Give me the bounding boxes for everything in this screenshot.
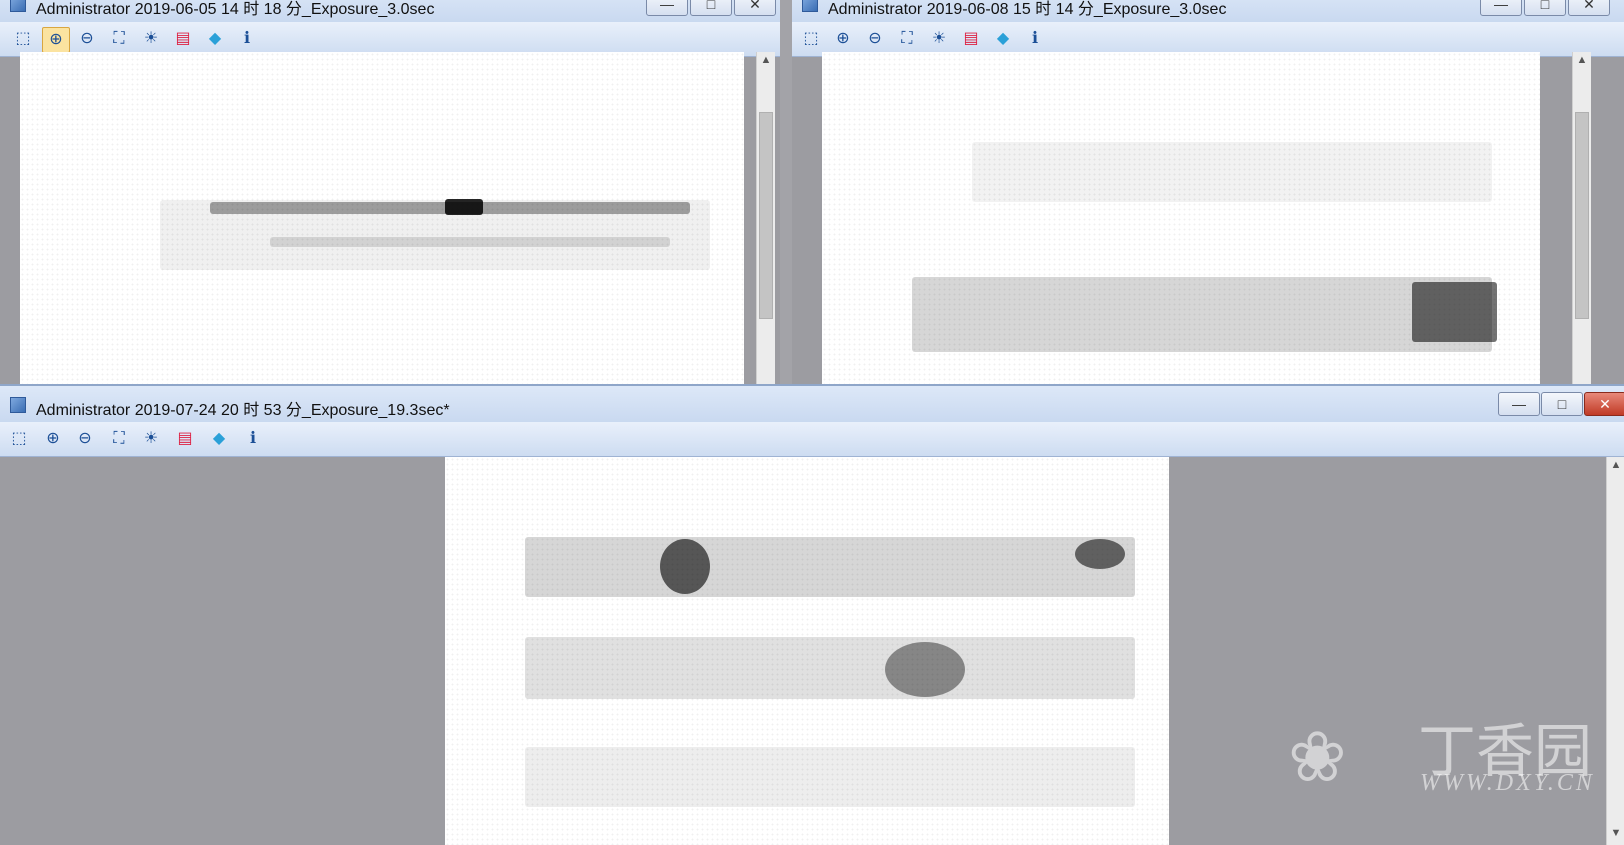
diamond-icon[interactable]: ◆ xyxy=(206,427,232,451)
band-row-1 xyxy=(525,537,1135,597)
scroll-up-arrow[interactable]: ▲ xyxy=(757,54,775,70)
window-top-left[interactable]: Administrator 2019-06-05 14 时 18 分_Expos… xyxy=(0,0,780,384)
band-faint xyxy=(972,142,1492,202)
close-button[interactable]: ✕ xyxy=(1584,392,1624,416)
band-dark-1 xyxy=(660,539,710,594)
blot-image[interactable] xyxy=(822,52,1540,384)
color-palette-icon[interactable]: ▤ xyxy=(958,27,984,51)
app-icon xyxy=(10,0,26,12)
scroll-thumb[interactable] xyxy=(1575,112,1589,319)
band-strong xyxy=(1412,282,1497,342)
band-dark-2 xyxy=(1075,539,1125,569)
contrast-icon[interactable]: ☀ xyxy=(138,27,164,51)
scroll-up-arrow[interactable]: ▲ xyxy=(1573,54,1591,70)
band-row-3 xyxy=(525,747,1135,807)
titlebar[interactable]: Administrator 2019-06-08 15 时 14 分_Expos… xyxy=(792,0,1624,22)
color-palette-icon[interactable]: ▤ xyxy=(172,427,198,451)
image-select-icon[interactable]: ⬚ xyxy=(798,27,824,51)
zoom-out-icon[interactable]: ⊖ xyxy=(862,27,888,51)
minimize-button[interactable]: — xyxy=(646,0,688,16)
maximize-button[interactable]: □ xyxy=(1541,392,1583,416)
maximize-button[interactable]: □ xyxy=(1524,0,1566,16)
info-icon[interactable]: ℹ xyxy=(240,427,266,451)
watermark-url: WWW.DXY.CN xyxy=(1420,770,1595,796)
zoom-in-icon[interactable]: ⊕ xyxy=(42,27,70,53)
info-icon[interactable]: ℹ xyxy=(1022,27,1048,51)
app-icon xyxy=(802,0,818,12)
vertical-scrollbar[interactable]: ▲ ▼ xyxy=(1606,457,1624,845)
window-bottom[interactable]: Administrator 2019-07-24 20 时 53 分_Expos… xyxy=(0,384,1624,845)
maximize-button[interactable]: □ xyxy=(690,0,732,16)
fit-icon[interactable]: ⛶ xyxy=(106,427,132,451)
contrast-icon[interactable]: ☀ xyxy=(926,27,952,51)
info-icon[interactable]: ℹ xyxy=(234,27,260,51)
minimize-button[interactable]: — xyxy=(1480,0,1522,16)
diamond-icon[interactable]: ◆ xyxy=(990,27,1016,51)
titlebar[interactable]: Administrator 2019-07-24 20 时 53 分_Expos… xyxy=(0,386,1624,422)
band-strong xyxy=(445,199,483,215)
window-title: Administrator 2019-06-08 15 时 14 分_Expos… xyxy=(828,1,1227,18)
app-icon xyxy=(10,397,26,413)
band-row-2 xyxy=(525,637,1135,699)
scroll-down-arrow[interactable]: ▼ xyxy=(1607,827,1624,843)
minimize-button[interactable]: — xyxy=(1498,392,1540,416)
zoom-out-icon[interactable]: ⊖ xyxy=(74,27,100,51)
fit-icon[interactable]: ⛶ xyxy=(894,27,920,51)
vertical-scrollbar[interactable]: ▲ xyxy=(1572,52,1591,384)
zoom-out-icon[interactable]: ⊖ xyxy=(72,427,98,451)
close-button[interactable]: ✕ xyxy=(1568,0,1610,16)
window-top-right[interactable]: Administrator 2019-06-08 15 时 14 分_Expos… xyxy=(792,0,1624,384)
watermark-logo: ❀ xyxy=(1288,720,1347,797)
blot-image[interactable] xyxy=(445,457,1169,845)
diamond-icon[interactable]: ◆ xyxy=(202,27,228,51)
image-select-icon[interactable]: ⬚ xyxy=(10,27,36,51)
color-palette-icon[interactable]: ▤ xyxy=(170,27,196,51)
toolbar: ⬚ ⊕ ⊖ ⛶ ☀ ▤ ◆ ℹ xyxy=(0,422,1624,457)
zoom-in-icon[interactable]: ⊕ xyxy=(830,27,856,51)
scroll-up-arrow[interactable]: ▲ xyxy=(1607,459,1624,475)
titlebar[interactable]: Administrator 2019-06-05 14 时 18 分_Expos… xyxy=(0,0,780,22)
vertical-scrollbar[interactable]: ▲ xyxy=(756,52,775,384)
close-button[interactable]: ✕ xyxy=(734,0,776,16)
band-dark-3 xyxy=(885,642,965,697)
window-title: Administrator 2019-06-05 14 时 18 分_Expos… xyxy=(36,1,435,18)
window-title: Administrator 2019-07-24 20 时 53 分_Expos… xyxy=(36,402,450,419)
contrast-icon[interactable]: ☀ xyxy=(138,427,164,451)
blot-image[interactable] xyxy=(20,52,744,384)
fit-icon[interactable]: ⛶ xyxy=(106,27,132,51)
zoom-in-icon[interactable]: ⊕ xyxy=(40,427,66,451)
image-select-icon[interactable]: ⬚ xyxy=(6,427,32,451)
band-lower xyxy=(270,237,670,247)
scroll-thumb[interactable] xyxy=(759,112,773,319)
band-smear xyxy=(912,277,1492,352)
